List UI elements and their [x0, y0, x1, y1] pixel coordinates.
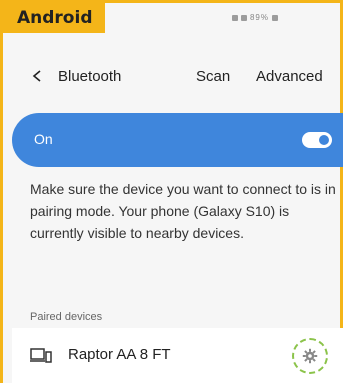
- advanced-button[interactable]: Advanced: [256, 68, 323, 85]
- bluetooth-switch[interactable]: [302, 132, 332, 148]
- pairing-description: Make sure the device you want to connect…: [30, 181, 336, 241]
- chevron-left-icon[interactable]: [30, 68, 44, 84]
- gear-icon[interactable]: [302, 348, 318, 364]
- app-bar: Bluetooth Scan Advanced: [0, 60, 343, 92]
- toggle-label: On: [34, 131, 53, 147]
- os-label-tag: Android: [3, 3, 105, 33]
- switch-knob: [317, 133, 331, 147]
- device-row-raptor[interactable]: Raptor AA 8 FT: [12, 328, 343, 383]
- page-title: Bluetooth: [58, 68, 122, 85]
- status-bar: 89%: [231, 13, 278, 22]
- settings-highlight-circle: [292, 338, 328, 374]
- device-name: Raptor AA 8 FT: [68, 346, 171, 363]
- battery-icon: [272, 14, 278, 21]
- battery-text: 89%: [249, 13, 269, 22]
- wifi-icon: [240, 14, 247, 21]
- bluetooth-toggle-row[interactable]: On: [12, 113, 343, 167]
- paired-devices-header: Paired devices: [30, 311, 103, 323]
- devices-icon: [30, 348, 52, 363]
- signal-icon: [231, 14, 238, 21]
- scan-button[interactable]: Scan: [196, 68, 230, 85]
